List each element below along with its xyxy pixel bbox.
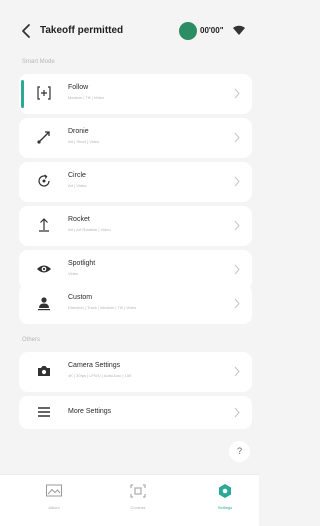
wifi-icon [233, 25, 245, 35]
chevron-right-icon [234, 220, 240, 231]
mode-name: Dronie [68, 128, 89, 135]
section-title-others: Others [22, 337, 41, 343]
follow-icon [37, 86, 51, 100]
item-name: Camera Settings [68, 362, 121, 369]
more-settings-item[interactable]: More Settings [19, 396, 252, 429]
help-button[interactable]: ? [229, 441, 250, 462]
mode-name: Circle [68, 172, 86, 179]
tab-label: Settings [217, 505, 233, 510]
item-desc: 4K | 30fps | LPWU | Auto/Auto | 10E [68, 373, 132, 378]
mode-custom[interactable]: Custom Direction | Track | Medium | Tilt… [19, 284, 252, 324]
chevron-right-icon [234, 176, 240, 187]
gps-indicator-icon [179, 22, 197, 40]
menu-icon [38, 407, 50, 417]
chevron-right-icon [234, 366, 240, 377]
chevron-right-icon [234, 298, 240, 309]
eye-icon [37, 265, 51, 273]
mode-desc: Video [68, 271, 79, 276]
mode-desc: Art | Art Rotation | Video [68, 227, 111, 232]
mode-desc: Art | Short | Video [68, 139, 100, 144]
tab-label: Album [48, 505, 60, 510]
chevron-right-icon [234, 407, 240, 418]
mode-desc: Medium | Tilt | Video [68, 95, 105, 100]
mode-name: Spotlight [68, 260, 96, 267]
camera-settings-item[interactable]: Camera Settings 4K | 30fps | LPWU | Auto… [19, 352, 252, 392]
mode-rocket[interactable]: Rocket Art | Art Rotation | Video [19, 206, 252, 246]
tab-album[interactable]: Album [24, 483, 84, 523]
status-bar: Takeoff permitted 00'00" [0, 18, 259, 46]
settings-hexagon-icon [219, 484, 231, 498]
person-icon [38, 297, 50, 311]
mode-follow[interactable]: Follow Medium | Tilt | Video [19, 74, 252, 114]
chevron-right-icon [234, 264, 240, 275]
back-icon[interactable] [20, 22, 34, 40]
controls-icon [130, 484, 146, 498]
gps-time: 00'00" [200, 26, 224, 35]
mode-name: Rocket [68, 216, 90, 223]
page-title: Takeoff permitted [40, 25, 124, 36]
tab-controls[interactable]: Controls [108, 483, 168, 523]
mode-dronie[interactable]: Dronie Art | Short | Video [19, 118, 252, 158]
mode-name: Follow [68, 84, 89, 91]
rocket-arrow-up-icon [39, 218, 49, 232]
section-title-smart-mode: Smart Mode [22, 59, 55, 65]
item-name: More Settings [68, 408, 112, 415]
dronie-icon [37, 131, 50, 144]
chevron-right-icon [234, 88, 240, 99]
circle-orbit-icon [38, 174, 50, 187]
mode-circle[interactable]: Circle Art | Video [19, 162, 252, 202]
mode-name: Custom [68, 294, 93, 301]
tab-settings[interactable]: Settings [195, 483, 255, 523]
mode-desc: Direction | Track | Medium | Tilt | Vide… [68, 305, 137, 310]
album-icon [46, 484, 62, 497]
chevron-right-icon [234, 132, 240, 143]
camera-icon [38, 366, 50, 376]
mode-desc: Art | Video [68, 183, 87, 188]
tab-label: Controls [130, 505, 146, 510]
tab-bar: Album Controls Settings [0, 474, 259, 526]
